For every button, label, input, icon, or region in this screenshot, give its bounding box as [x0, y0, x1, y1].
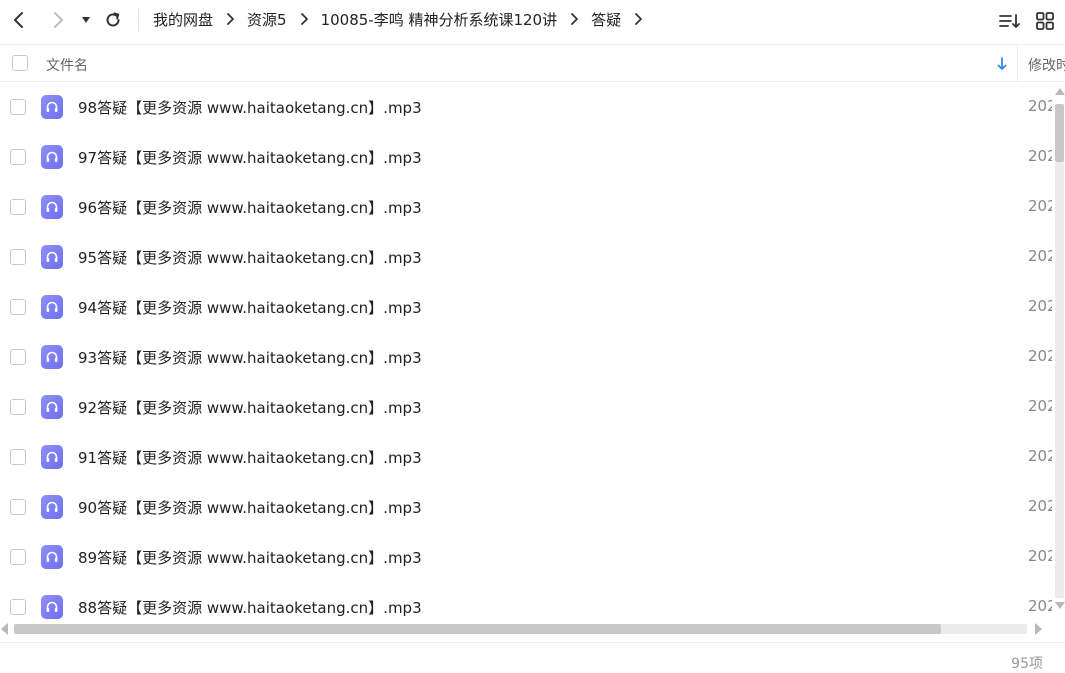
history-dropdown-button[interactable]: [74, 6, 98, 34]
sort-down-arrow-icon[interactable]: [996, 56, 1008, 75]
sort-list-button[interactable]: [997, 8, 1023, 34]
status-bar: 95项: [0, 642, 1065, 673]
row-checkbox[interactable]: [10, 549, 26, 565]
file-name[interactable]: 94答疑【更多资源 www.haitaoketang.cn】.mp3: [78, 297, 422, 318]
row-checkbox[interactable]: [10, 349, 26, 365]
file-name[interactable]: 97答疑【更多资源 www.haitaoketang.cn】.mp3: [78, 147, 422, 168]
file-list: 98答疑【更多资源 www.haitaoketang.cn】.mp3202297…: [0, 82, 1052, 622]
file-name[interactable]: 91答疑【更多资源 www.haitaoketang.cn】.mp3: [78, 447, 422, 468]
file-row[interactable]: 90答疑【更多资源 www.haitaoketang.cn】.mp3 2022: [0, 482, 1052, 532]
headphones-icon: [41, 545, 63, 569]
file-modified-date: 2022: [1028, 347, 1052, 365]
row-checkbox[interactable]: [10, 449, 26, 465]
caret-down-icon: [82, 17, 90, 23]
file-row[interactable]: 93答疑【更多资源 www.haitaoketang.cn】.mp3 2022: [0, 332, 1052, 382]
row-checkbox[interactable]: [10, 199, 26, 215]
column-divider[interactable]: [1017, 45, 1018, 82]
item-count: 95项: [1011, 656, 1043, 672]
breadcrumb-item-current[interactable]: 答疑: [591, 9, 621, 30]
scroll-down-arrow-icon[interactable]: [1055, 602, 1065, 609]
file-row[interactable]: 92答疑【更多资源 www.haitaoketang.cn】.mp3 2022: [0, 382, 1052, 432]
chevron-right-icon: [225, 13, 235, 25]
scroll-up-arrow-icon[interactable]: [1055, 88, 1065, 95]
headphones-icon: [41, 95, 63, 119]
chevron-left-icon: [14, 12, 23, 28]
headphones-icon: [41, 395, 63, 419]
file-row[interactable]: 89答疑【更多资源 www.haitaoketang.cn】.mp3 2022: [0, 532, 1052, 582]
headphones-icon: [41, 145, 63, 169]
file-modified-date: 2022: [1028, 97, 1052, 115]
column-header-name[interactable]: 文件名: [46, 55, 88, 75]
chevron-right-icon[interactable]: [633, 13, 643, 25]
chevron-right-icon: [299, 13, 309, 25]
file-name[interactable]: 98答疑【更多资源 www.haitaoketang.cn】.mp3: [78, 97, 422, 118]
file-modified-date: 2022: [1028, 597, 1052, 615]
file-modified-date: 2022: [1028, 147, 1052, 165]
chevron-right-icon: [569, 13, 579, 25]
breadcrumb: 我的网盘 资源5 10085-李鸣 精神分析系统课120讲 答疑: [153, 0, 655, 38]
vertical-scroll-track[interactable]: [1055, 162, 1064, 598]
row-checkbox[interactable]: [10, 299, 26, 315]
refresh-button[interactable]: [99, 6, 127, 34]
file-modified-date: 2022: [1028, 547, 1052, 565]
file-row[interactable]: 97答疑【更多资源 www.haitaoketang.cn】.mp3 2022: [0, 132, 1052, 182]
file-name[interactable]: 96答疑【更多资源 www.haitaoketang.cn】.mp3: [78, 197, 422, 218]
file-row[interactable]: 94答疑【更多资源 www.haitaoketang.cn】.mp3 2022: [0, 282, 1052, 332]
scroll-left-arrow-icon[interactable]: [1, 623, 8, 635]
vertical-scroll-thumb[interactable]: [1055, 104, 1064, 162]
file-name[interactable]: 88答疑【更多资源 www.haitaoketang.cn】.mp3: [78, 597, 422, 618]
row-checkbox[interactable]: [10, 499, 26, 515]
row-checkbox[interactable]: [10, 399, 26, 415]
grid-view-icon: [1036, 12, 1054, 30]
headphones-icon: [41, 195, 63, 219]
column-header-modified[interactable]: 修改时间: [1028, 55, 1065, 75]
back-button[interactable]: [5, 6, 33, 34]
row-checkbox[interactable]: [10, 149, 26, 165]
breadcrumb-item-course[interactable]: 10085-李鸣 精神分析系统课120讲: [321, 9, 558, 30]
file-row[interactable]: 96答疑【更多资源 www.haitaoketang.cn】.mp3 2022: [0, 182, 1052, 232]
forward-button[interactable]: [44, 6, 72, 34]
file-name[interactable]: 95答疑【更多资源 www.haitaoketang.cn】.mp3: [78, 247, 422, 268]
file-row[interactable]: 95答疑【更多资源 www.haitaoketang.cn】.mp3 2022: [0, 232, 1052, 282]
headphones-icon: [41, 245, 63, 269]
file-modified-date: 2022: [1028, 497, 1052, 515]
file-modified-date: 2022: [1028, 447, 1052, 465]
file-name[interactable]: 93答疑【更多资源 www.haitaoketang.cn】.mp3: [78, 347, 422, 368]
headphones-icon: [41, 295, 63, 319]
nav-divider: [138, 9, 139, 31]
file-name[interactable]: 90答疑【更多资源 www.haitaoketang.cn】.mp3: [78, 497, 422, 518]
file-modified-date: 2022: [1028, 297, 1052, 315]
headphones-icon: [41, 595, 63, 619]
file-modified-date: 2022: [1028, 397, 1052, 415]
horizontal-scrollbar[interactable]: [0, 622, 1052, 636]
sort-list-icon: [999, 14, 1020, 28]
breadcrumb-item-root[interactable]: 我的网盘: [153, 9, 213, 30]
row-checkbox[interactable]: [10, 99, 26, 115]
file-row[interactable]: 88答疑【更多资源 www.haitaoketang.cn】.mp3 2022: [0, 582, 1052, 622]
scroll-right-arrow-icon[interactable]: [1035, 623, 1042, 635]
list-header: 文件名 修改时间: [0, 44, 1065, 82]
row-checkbox[interactable]: [10, 599, 26, 615]
file-name[interactable]: 89答疑【更多资源 www.haitaoketang.cn】.mp3: [78, 547, 422, 568]
file-modified-date: 2022: [1028, 247, 1052, 265]
file-row[interactable]: 98答疑【更多资源 www.haitaoketang.cn】.mp3 2022: [0, 82, 1052, 132]
vertical-scrollbar[interactable]: [1053, 88, 1065, 612]
navigation-bar: 我的网盘 资源5 10085-李鸣 精神分析系统课120讲 答疑: [0, 0, 1065, 40]
headphones-icon: [41, 495, 63, 519]
row-checkbox[interactable]: [10, 249, 26, 265]
file-modified-date: 2022: [1028, 197, 1052, 215]
headphones-icon: [41, 345, 63, 369]
breadcrumb-item-folder[interactable]: 资源5: [247, 9, 287, 30]
chevron-right-icon: [54, 12, 63, 28]
select-all-checkbox[interactable]: [12, 55, 28, 71]
horizontal-scroll-thumb[interactable]: [14, 624, 941, 634]
headphones-icon: [41, 445, 63, 469]
file-name[interactable]: 92答疑【更多资源 www.haitaoketang.cn】.mp3: [78, 397, 422, 418]
refresh-icon: [106, 12, 120, 27]
grid-view-button[interactable]: [1032, 8, 1058, 34]
file-row[interactable]: 91答疑【更多资源 www.haitaoketang.cn】.mp3 2022: [0, 432, 1052, 482]
